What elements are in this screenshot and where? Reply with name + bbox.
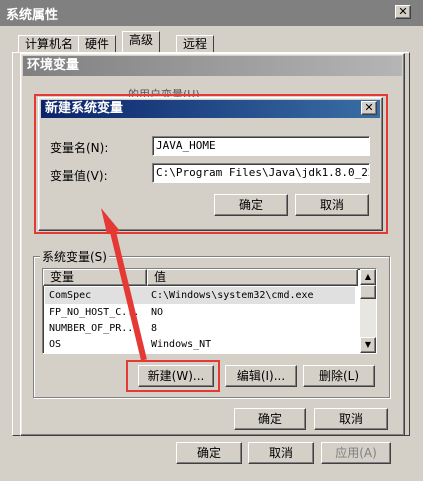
- sysprops-ok-button[interactable]: 确定: [176, 442, 242, 464]
- screen: { "sysprops": { "title": "系统属性", "tabs":…: [0, 0, 423, 481]
- tab-remote[interactable]: 远程: [176, 35, 215, 52]
- column-header-variable[interactable]: 变量: [43, 269, 147, 286]
- sysprops-title: 系统属性: [6, 8, 59, 23]
- triangle-down-icon: ▼: [364, 340, 372, 349]
- dialog-highlight: [34, 94, 388, 234]
- column-header-value[interactable]: 值: [147, 269, 358, 286]
- system-vars-label: 系统变量(S): [40, 248, 109, 265]
- tab-computer-name[interactable]: 计算机名: [18, 35, 81, 52]
- sysprops-cancel-button[interactable]: 取消: [248, 442, 314, 464]
- table-row[interactable]: OS Windows_NT: [45, 336, 355, 353]
- sysprops-close-button[interactable]: ✕: [395, 5, 411, 19]
- scroll-up-button[interactable]: ▲: [360, 269, 376, 285]
- triangle-up-icon: ▲: [364, 272, 372, 281]
- list-header: 变量 值: [43, 269, 358, 286]
- tab-advanced[interactable]: 高级: [122, 31, 161, 52]
- envvars-ok-button[interactable]: 确定: [234, 408, 306, 430]
- table-row[interactable]: FP_NO_HOST_C... NO: [45, 304, 355, 321]
- sysprops-titlebar: 系统属性 ✕: [0, 0, 423, 26]
- scroll-thumb[interactable]: [360, 285, 376, 299]
- sysprops-apply-button[interactable]: 应用(A): [321, 442, 391, 464]
- tab-hardware[interactable]: 硬件: [78, 35, 117, 52]
- envvars-cancel-button[interactable]: 取消: [314, 408, 388, 430]
- edit-variable-button[interactable]: 编辑(I)...: [225, 365, 297, 387]
- delete-variable-button[interactable]: 删除(L): [303, 365, 375, 387]
- list-scrollbar[interactable]: ▲ ▼: [360, 269, 376, 353]
- scroll-down-button[interactable]: ▼: [360, 337, 376, 353]
- close-icon: ✕: [398, 5, 408, 18]
- system-vars-list[interactable]: 变量 值 ComSpec C:\Windows\system32\cmd.exe …: [42, 268, 377, 354]
- envvars-title: 环境变量: [27, 58, 80, 73]
- envvars-titlebar: 环境变量: [23, 56, 402, 76]
- table-row[interactable]: NUMBER_OF_PR... 8: [45, 320, 355, 337]
- new-button-highlight: [126, 360, 220, 392]
- table-row[interactable]: ComSpec C:\Windows\system32\cmd.exe: [45, 287, 355, 304]
